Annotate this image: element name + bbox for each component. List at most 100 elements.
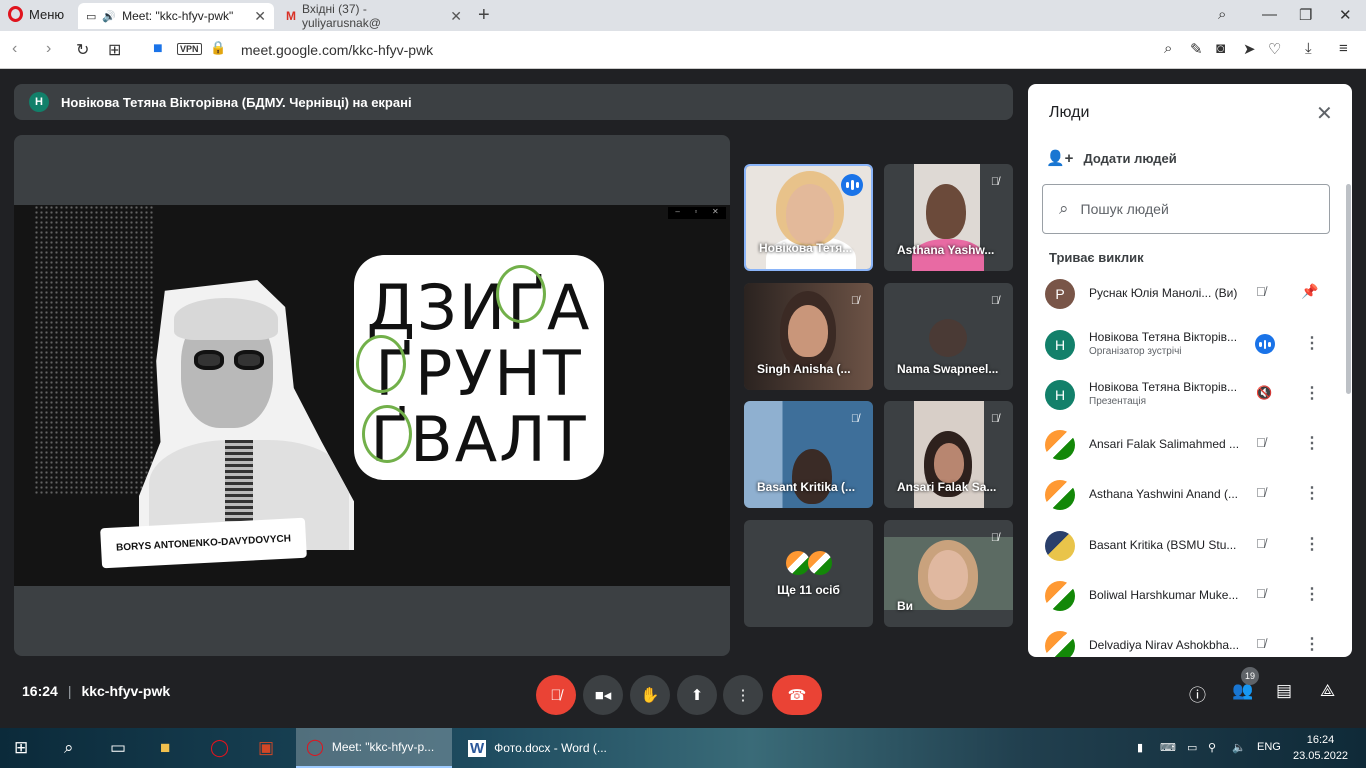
tile-more-people[interactable]: Ще 11 осіб (744, 520, 873, 627)
mic-off-icon[interactable]: 🎙̸ (1256, 536, 1266, 551)
new-tab-icon[interactable]: + (478, 4, 490, 27)
participant-name: Boliwal Harshkumar Muke... (1089, 588, 1239, 602)
avatar (929, 319, 967, 357)
participant-name: Basant Kritika (BSMU Stu... (1089, 538, 1237, 552)
tray-app-icon[interactable]: ▮ (1137, 741, 1143, 754)
close-icon[interactable]: ✕ (1316, 101, 1333, 126)
avatar (1045, 631, 1075, 657)
mic-off-icon[interactable]: 🎙̸ (1256, 284, 1266, 299)
vpn-badge[interactable]: VPN (177, 43, 202, 55)
portrait-image (139, 280, 354, 550)
close-window-icon[interactable]: ✕ (1339, 6, 1352, 24)
more-options-icon[interactable]: ⋮ (1304, 634, 1320, 654)
opera-icon[interactable]: ◯ (210, 738, 229, 758)
participant-row[interactable]: Basant Kritika (BSMU Stu... 🎙̸ ⋮ (1028, 521, 1352, 571)
portrait-caption: BORYS ANTONENKO-DAVYDOVYCH (100, 517, 307, 569)
participant-row[interactable]: Н Новікова Тетяна Вікторів... Організато… (1028, 320, 1352, 370)
tile-self[interactable]: 🎙̸ Ви (884, 520, 1013, 627)
back-icon[interactable]: ‹ (12, 40, 17, 58)
search-icon[interactable]: ⌕ (64, 738, 74, 758)
tile-nama[interactable]: 🎙̸ Nama Swapneel... (884, 283, 1013, 390)
participant-row[interactable]: Р Руснак Юлія Манолі... (Ви) 🎙̸ 📌 (1028, 269, 1352, 319)
participant-row[interactable]: Ansari Falak Salimahmed ... 🎙̸ ⋮ (1028, 420, 1352, 470)
file-explorer-icon[interactable]: ■ (160, 738, 170, 758)
participant-row[interactable]: Asthana Yashwini Anand (... 🎙̸ ⋮ (1028, 470, 1352, 520)
participant-row[interactable]: Boliwal Harshkumar Muke... 🎙̸ ⋮ (1028, 571, 1352, 621)
mic-off-icon[interactable]: 🎙̸ (1256, 435, 1266, 450)
taskbar-app-opera[interactable]: ◯ Meet: "kkc-hfyv-p... (296, 728, 452, 768)
add-people-button[interactable]: 👤+ Додати людей (1046, 149, 1177, 167)
more-options-icon[interactable]: ⋮ (1304, 483, 1320, 503)
tile-basant[interactable]: 🎙̸ Basant Kritika (... (744, 401, 873, 508)
camera-site-icon[interactable]: ■ (153, 40, 163, 58)
mic-toggle-button[interactable]: 🎙̸ (536, 675, 576, 715)
audio-off-icon[interactable]: 🔇 (1256, 385, 1272, 401)
network-icon[interactable]: ⚲ (1208, 741, 1216, 754)
meeting-info: 16:24 | kkc-hfyv-pwk (22, 683, 171, 699)
panel-scrollbar[interactable] (1346, 184, 1351, 394)
chat-icon[interactable]: ▤ (1276, 681, 1292, 701)
tiles-icon[interactable]: ⊞ (108, 40, 121, 60)
leave-call-button[interactable]: ☎ (772, 675, 822, 715)
more-people-label: Ще 11 осіб (777, 583, 840, 597)
tab-close-icon[interactable]: ✕ (450, 8, 462, 25)
mic-off-icon[interactable]: 🎙̸ (1256, 586, 1266, 601)
download-icon[interactable]: ⤓ (1305, 40, 1312, 57)
opera-menu-button[interactable]: Меню (8, 6, 64, 22)
heart-icon[interactable]: ♡ (1268, 40, 1281, 58)
search-icon: ⌕ (1059, 199, 1069, 218)
pin-icon[interactable]: 📌 (1301, 283, 1318, 300)
more-options-icon[interactable]: ⋮ (1304, 383, 1320, 403)
participant-row[interactable]: Н Новікова Тетяна Вікторів... Презентаці… (1028, 370, 1352, 420)
lock-icon[interactable]: 🔒 (210, 40, 226, 56)
powerpoint-icon[interactable]: ▣ (258, 738, 274, 758)
present-screen-icon: ⬆ (690, 687, 704, 704)
tab-meet[interactable]: ▭ 🔊 Meet: "kkc-hfyv-pwk" ✕ (78, 3, 274, 29)
presenting-banner: Н Новікова Тетяна Вікторівна (БДМУ. Черн… (14, 84, 1013, 120)
system-clock[interactable]: 16:24 23.05.2022 (1293, 732, 1348, 764)
activities-icon[interactable]: ⟁ (1320, 681, 1335, 701)
more-vert-icon: ⋮ (735, 687, 751, 704)
tab-close-icon[interactable]: ✕ (254, 8, 266, 25)
clock-date: 23.05.2022 (1293, 750, 1349, 762)
search-people-input[interactable]: ⌕ Пошук людей (1042, 184, 1330, 234)
present-button[interactable]: ⬆ (677, 675, 717, 715)
more-options-icon[interactable]: ⋮ (1304, 433, 1320, 453)
mic-off-icon[interactable]: 🎙̸ (1256, 485, 1266, 500)
task-view-icon[interactable]: ▭ (110, 738, 126, 758)
menu-icon[interactable]: ≡ (1339, 40, 1348, 57)
search-page-icon[interactable]: ⌕ (1164, 40, 1172, 57)
restore-icon[interactable]: ❐ (1299, 6, 1312, 24)
battery-icon[interactable]: ▭ (1187, 741, 1197, 754)
tab-title: Meet: "kkc-hfyv-pwk" (122, 9, 234, 23)
snapshot-icon[interactable]: ◙ (1216, 40, 1225, 57)
search-tabs-icon[interactable]: ⌕ (1218, 6, 1226, 23)
minimize-icon[interactable]: — (1262, 6, 1277, 23)
more-options-button[interactable]: ⋮ (723, 675, 763, 715)
keyboard-icon[interactable]: ⌨ (1160, 741, 1176, 754)
tile-novikova[interactable]: Новікова Тетя... (744, 164, 873, 271)
windows-start-icon[interactable]: ⊞ (14, 738, 28, 758)
mic-off-icon: 🎙̸ (990, 176, 1000, 188)
participant-row[interactable]: Delvadiya Nirav Ashokbha... 🎙̸ ⋮ (1028, 621, 1352, 657)
meeting-details-icon[interactable]: ⓘ (1189, 681, 1206, 706)
tab-gmail[interactable]: M Вхідні (37) - yuliyarusnak@ ✕ (278, 2, 470, 30)
raise-hand-button[interactable]: ✋ (630, 675, 670, 715)
forward-icon[interactable]: › (46, 40, 51, 58)
volume-icon[interactable]: 🔈 (1232, 741, 1246, 754)
camera-toggle-button[interactable]: ■◂ (583, 675, 623, 715)
edit-icon[interactable]: ✎ (1190, 40, 1203, 58)
tile-singh[interactable]: 🎙̸ Singh Anisha (... (744, 283, 873, 390)
send-icon[interactable]: ➤ (1243, 40, 1256, 58)
more-options-icon[interactable]: ⋮ (1304, 333, 1320, 353)
more-options-icon[interactable]: ⋮ (1304, 584, 1320, 604)
mic-off-icon: 🎙̸ (990, 413, 1000, 425)
language-indicator[interactable]: ENG (1257, 741, 1281, 753)
mic-off-icon[interactable]: 🎙̸ (1256, 636, 1266, 651)
tile-asthana[interactable]: 🎙̸ Asthana Yashw... (884, 164, 1013, 271)
tile-ansari[interactable]: 🎙̸ Ansari Falak Sa... (884, 401, 1013, 508)
url-field[interactable]: meet.google.com/kkc-hfyv-pwk (241, 42, 433, 58)
reload-icon[interactable]: ↻ (76, 40, 89, 60)
more-options-icon[interactable]: ⋮ (1304, 534, 1320, 554)
taskbar-app-word[interactable]: W Фото.docx - Word (... (458, 728, 614, 768)
